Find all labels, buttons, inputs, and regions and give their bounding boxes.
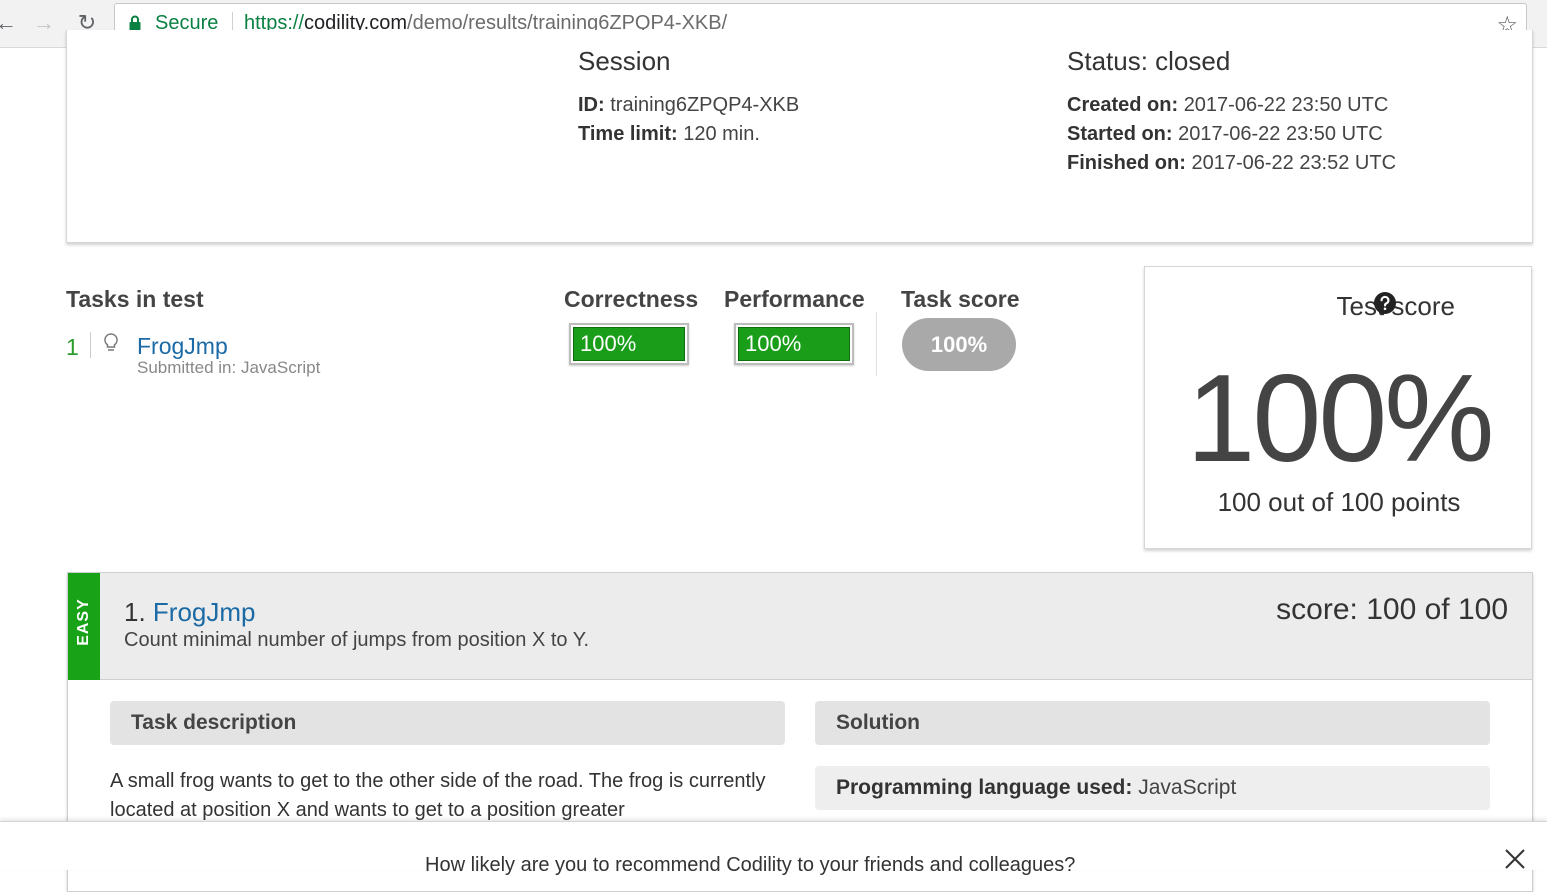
performance-bar: 100% [734, 323, 854, 365]
submitted-language: Submitted in: JavaScript [137, 358, 321, 377]
finished-label: Finished on: [1067, 152, 1186, 174]
correctness-header: Correctness [564, 286, 699, 312]
time-limit-value: 120 min. [683, 123, 760, 145]
finished-on: Finished on: 2017-06-22 23:52 UTC [1067, 152, 1396, 175]
session-time-limit: Time limit: 120 min. [578, 123, 760, 146]
started-label: Started on: [1067, 123, 1173, 145]
session-id-value: training6ZPQP4-XKB [610, 94, 800, 116]
task-detail-header: EASY 1. FrogJmp Count minimal number of … [68, 573, 1532, 680]
lightbulb-icon [104, 333, 118, 351]
task-score-badge: 100% [902, 318, 1016, 371]
lock-icon [129, 15, 141, 31]
close-icon[interactable] [1503, 847, 1527, 871]
created-value: 2017-06-22 23:50 UTC [1183, 94, 1389, 116]
survey-banner: How likely are you to recommend Codility… [0, 821, 1547, 876]
session-id-label: ID: [578, 94, 605, 116]
correctness-value: 100% [573, 327, 685, 361]
language-label: Programming language used: [836, 776, 1133, 799]
language-value: JavaScript [1138, 776, 1237, 799]
performance-header: Performance [724, 286, 865, 312]
programming-language: Programming language used: JavaScript [815, 766, 1490, 810]
tasks-header: Tasks in test [66, 286, 204, 312]
task-description-text: A small frog wants to get to the other s… [110, 770, 766, 821]
back-arrow-icon[interactable]: ← [0, 10, 20, 38]
created-on: Created on: 2017-06-22 23:50 UTC [1067, 94, 1388, 117]
task-description-header[interactable]: Task description [110, 701, 785, 745]
difficulty-label: EASY [75, 598, 92, 646]
session-heading: Session [578, 46, 671, 76]
task-divider [90, 332, 91, 358]
time-limit-label: Time limit: [578, 123, 678, 145]
task-score-header: Task score [901, 286, 1020, 312]
performance-value: 100% [738, 327, 850, 361]
solution-header[interactable]: Solution [815, 701, 1490, 745]
survey-question: How likely are you to recommend Codility… [425, 854, 1076, 876]
task-number: 1 [66, 334, 79, 360]
status-heading: Status: closed [1067, 46, 1231, 76]
help-question-icon[interactable] [1374, 292, 1396, 314]
test-score-title: Test score [1145, 291, 1456, 322]
test-score-card: Test score 100% 100 out of 100 points [1144, 266, 1532, 549]
started-value: 2017-06-22 23:50 UTC [1178, 123, 1383, 145]
forward-arrow-icon[interactable]: → [30, 10, 58, 38]
task-detail-score: score: 100 of 100 [1276, 593, 1508, 626]
finished-value: 2017-06-22 23:52 UTC [1191, 152, 1397, 174]
test-score-points: 100 out of 100 points [1217, 487, 1461, 517]
task-link-frogjmp[interactable]: FrogJmp [137, 333, 228, 360]
correctness-bar: 100% [569, 323, 689, 365]
column-divider [876, 312, 877, 376]
session-id: ID: training6ZPQP4-XKB [578, 94, 799, 117]
task-summary: Count minimal number of jumps from posit… [124, 629, 590, 651]
task-detail-link[interactable]: FrogJmp [153, 597, 256, 627]
task-detail-title: 1. FrogJmp [124, 597, 256, 628]
task-number-prefix: 1. [124, 597, 146, 627]
started-on: Started on: 2017-06-22 23:50 UTC [1067, 123, 1383, 146]
difficulty-strip: EASY [68, 573, 100, 680]
created-label: Created on: [1067, 94, 1179, 116]
test-score-value: 100% [1186, 350, 1494, 488]
